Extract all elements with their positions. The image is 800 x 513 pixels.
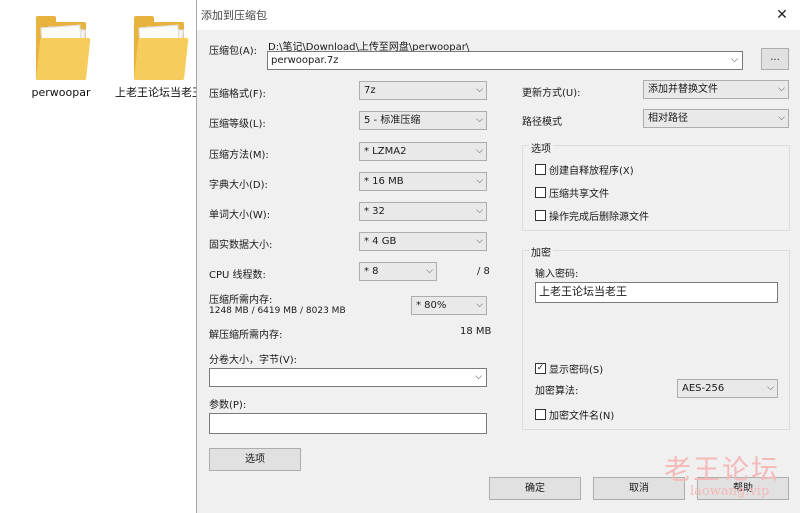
format-label: 压缩格式(F):: [209, 89, 266, 100]
solid-select[interactable]: * 4 GB ⌵: [359, 232, 487, 251]
path-mode-select[interactable]: 相对路径 ⌵: [643, 109, 789, 128]
format-select[interactable]: 7z ⌵: [359, 81, 487, 100]
chevron-down-icon: ⌵: [476, 206, 483, 216]
show-password-label: 显示密码(S): [549, 365, 604, 376]
split-label: 分卷大小，字节(V):: [209, 355, 298, 366]
show-password-row[interactable]: ✓ 显示密码(S): [535, 361, 603, 376]
watermark-url: laowang.vip: [690, 484, 770, 499]
chevron-down-icon: ⌵: [476, 236, 483, 246]
dict-select[interactable]: * 16 MB ⌵: [359, 172, 487, 191]
threads-value: * 8: [364, 266, 379, 277]
ok-button[interactable]: 确定: [489, 477, 581, 500]
archive-label: 压缩包(A):: [209, 46, 258, 57]
update-select[interactable]: 添加并替换文件 ⌵: [643, 80, 789, 99]
encryption-group-title: 加密: [529, 244, 553, 259]
dialog-title: 添加到压缩包: [201, 9, 267, 22]
chevron-down-icon: ⌵: [476, 176, 483, 186]
chevron-down-icon: ⌵: [767, 383, 774, 393]
encryption-method-value: AES-256: [682, 383, 725, 394]
mem-decompress-value: 18 MB: [460, 326, 492, 337]
solid-label: 固实数据大小:: [209, 240, 273, 251]
desktop-folder-laowang[interactable]: 上老王论坛当老王: [114, 16, 204, 99]
options-group-title: 选项: [529, 140, 553, 155]
split-combo[interactable]: ⌵: [209, 368, 487, 387]
sfx-label: 创建自释放程序(X): [549, 166, 634, 177]
watermark-text: 老王论坛: [664, 455, 780, 486]
chevron-down-icon: ⌵: [476, 300, 483, 310]
sfx-checkbox[interactable]: [535, 164, 546, 175]
encrypt-names-row[interactable]: 加密文件名(N): [535, 407, 614, 422]
chevron-down-icon: ⌵: [476, 146, 483, 156]
update-label: 更新方式(U):: [522, 88, 581, 99]
params-label: 参数(P):: [209, 400, 247, 411]
dict-label: 字典大小(D):: [209, 180, 268, 191]
encrypt-names-checkbox[interactable]: [535, 409, 546, 420]
options-button[interactable]: 选项: [209, 448, 301, 471]
folder-icon: [36, 16, 91, 80]
path-mode-value: 相对路径: [648, 113, 688, 124]
title-bar: 添加到压缩包 ✕: [197, 0, 800, 30]
mem-compress-detail: 1248 MB / 6419 MB / 8023 MB: [209, 306, 346, 316]
delete-checkbox-row[interactable]: 操作完成后删除源文件: [535, 208, 649, 223]
level-label: 压缩等级(L):: [209, 119, 266, 130]
dict-value: * 16 MB: [364, 176, 404, 187]
word-label: 单词大小(W):: [209, 210, 271, 221]
word-value: * 32: [364, 206, 385, 217]
threads-label: CPU 线程数:: [209, 270, 266, 281]
shared-checkbox-row[interactable]: 压缩共享文件: [535, 185, 609, 200]
shared-label: 压缩共享文件: [549, 189, 609, 200]
threads-select[interactable]: * 8 ⌵: [359, 262, 437, 281]
archive-name-value: perwoopar.7z: [271, 55, 339, 66]
encrypt-names-label: 加密文件名(N): [549, 411, 615, 422]
path-mode-label: 路径模式: [522, 117, 562, 128]
add-to-archive-dialog: 添加到压缩包 ✕ 压缩包(A): D:\笔记\Download\上传至网盘\pe…: [196, 0, 800, 513]
close-icon[interactable]: ✕: [768, 7, 796, 23]
solid-value: * 4 GB: [364, 236, 397, 247]
folder-icon: [134, 16, 189, 80]
password-label: 输入密码:: [535, 269, 579, 280]
shared-checkbox[interactable]: [535, 187, 546, 198]
desktop-folder-label: perwoopar: [31, 86, 91, 99]
browse-button[interactable]: ...: [761, 48, 789, 70]
password-input[interactable]: 上老王论坛当老王: [535, 282, 778, 303]
delete-checkbox[interactable]: [535, 210, 546, 221]
desktop-folder-label: 上老王论坛当老王: [115, 86, 203, 99]
chevron-down-icon: ⌵: [778, 84, 785, 94]
chevron-down-icon: ⌵: [426, 266, 433, 276]
chevron-down-icon: ⌵: [731, 55, 738, 65]
encryption-method-select[interactable]: AES-256 ⌵: [677, 379, 778, 398]
archive-name-combo[interactable]: perwoopar.7z ⌵: [267, 51, 743, 70]
method-select[interactable]: * LZMA2 ⌵: [359, 142, 487, 161]
delete-label: 操作完成后删除源文件: [549, 212, 649, 223]
mem-decompress-label: 解压缩所需内存:: [209, 330, 283, 341]
chevron-down-icon: ⌵: [476, 115, 483, 125]
params-input[interactable]: [209, 413, 487, 434]
mem-compress-value: * 80%: [416, 300, 447, 311]
chevron-down-icon: ⌵: [476, 85, 483, 95]
method-label: 压缩方法(M):: [209, 150, 269, 161]
level-value: 5 - 标准压缩: [364, 115, 421, 126]
update-value: 添加并替换文件: [648, 84, 718, 95]
format-value: 7z: [364, 85, 376, 96]
level-select[interactable]: 5 - 标准压缩 ⌵: [359, 111, 487, 130]
sfx-checkbox-row[interactable]: 创建自释放程序(X): [535, 162, 634, 177]
mem-compress-select[interactable]: * 80% ⌵: [411, 296, 487, 315]
desktop-folder-perwoopar[interactable]: perwoopar: [16, 16, 106, 99]
chevron-down-icon: ⌵: [778, 113, 785, 123]
show-password-checkbox[interactable]: ✓: [535, 363, 546, 374]
word-select[interactable]: * 32 ⌵: [359, 202, 487, 221]
mem-compress-label: 压缩所需内存:: [209, 295, 273, 306]
encryption-method-label: 加密算法:: [535, 386, 579, 397]
chevron-down-icon: ⌵: [475, 372, 482, 382]
method-value: * LZMA2: [364, 146, 407, 157]
threads-max: / 8: [477, 266, 490, 277]
